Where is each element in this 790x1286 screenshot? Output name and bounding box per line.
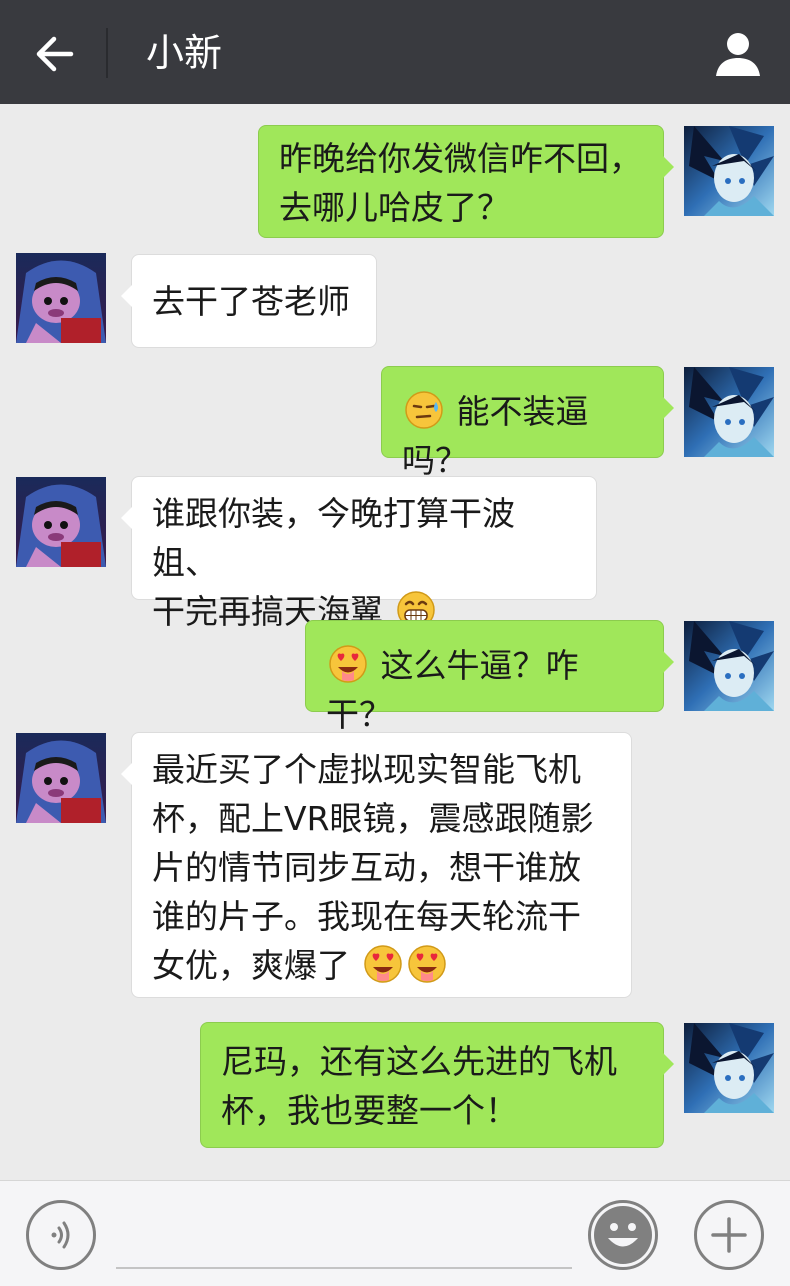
sweat-emoji-icon [405, 391, 443, 429]
message-text: 去干了苍老师 [152, 282, 350, 321]
person-icon [716, 33, 760, 76]
message-input[interactable] [116, 1267, 572, 1269]
back-arrow-icon [36, 36, 74, 72]
smiley-icon [594, 1206, 652, 1264]
my-avatar[interactable] [684, 367, 774, 457]
chat-title: 小新 [146, 31, 223, 75]
heart-eyes-emoji-icon [363, 945, 402, 983]
message-text: 昨晚给你发微信咋不回， 去哪儿哈皮了？ [279, 139, 642, 227]
shinchan-avatar [16, 733, 106, 823]
my-avatar[interactable] [684, 1023, 774, 1113]
friend-avatar[interactable] [16, 733, 106, 823]
anime-boy-avatar [684, 367, 774, 457]
friend-avatar[interactable] [16, 253, 106, 343]
message-bubble[interactable]: 去干了苍老师 [121, 254, 377, 348]
message-bubble[interactable]: 能不装逼吗？ [381, 366, 674, 480]
anime-boy-avatar [684, 1023, 774, 1113]
chat-header: 小新 [0, 0, 790, 104]
voice-icon [51, 1221, 70, 1249]
emoji-button[interactable] [588, 1200, 658, 1270]
message-bubble[interactable]: 昨晚给你发微信咋不回， 去哪儿哈皮了？ [258, 125, 674, 238]
my-avatar[interactable] [684, 126, 774, 216]
message-text: 尼玛，还有这么先进的飞机 杯，我也要整一个！ [221, 1042, 617, 1130]
anime-boy-avatar [684, 126, 774, 216]
plus-icon [711, 1217, 747, 1253]
voice-button[interactable] [26, 1200, 96, 1270]
message-text: 谁跟你装，今晚打算干波姐、 干完再搞天海翼 [152, 494, 515, 631]
more-button[interactable] [694, 1200, 764, 1270]
friend-avatar[interactable] [16, 477, 106, 567]
message-bubble[interactable]: 尼玛，还有这么先进的飞机 杯，我也要整一个！ [200, 1022, 674, 1148]
message-bubble[interactable]: 谁跟你装，今晚打算干波姐、 干完再搞天海翼 [121, 476, 597, 631]
message-bubble[interactable]: 最近买了个虚拟现实智能飞机 杯，配上VR眼镜，震感跟随影 片的情节同步互动，想干… [121, 732, 632, 998]
header-divider [106, 28, 108, 78]
shinchan-avatar [16, 477, 106, 567]
shinchan-avatar [16, 253, 106, 343]
input-bar [0, 1180, 790, 1286]
anime-boy-avatar [684, 621, 774, 711]
my-avatar[interactable] [684, 621, 774, 711]
heart-eyes-emoji-icon [407, 945, 446, 983]
heart-eyes-emoji-icon [329, 645, 367, 683]
chat-info-button[interactable] [708, 26, 768, 82]
back-button[interactable] [24, 24, 84, 84]
message-bubble[interactable]: 这么牛逼？咋干？ [305, 620, 674, 734]
